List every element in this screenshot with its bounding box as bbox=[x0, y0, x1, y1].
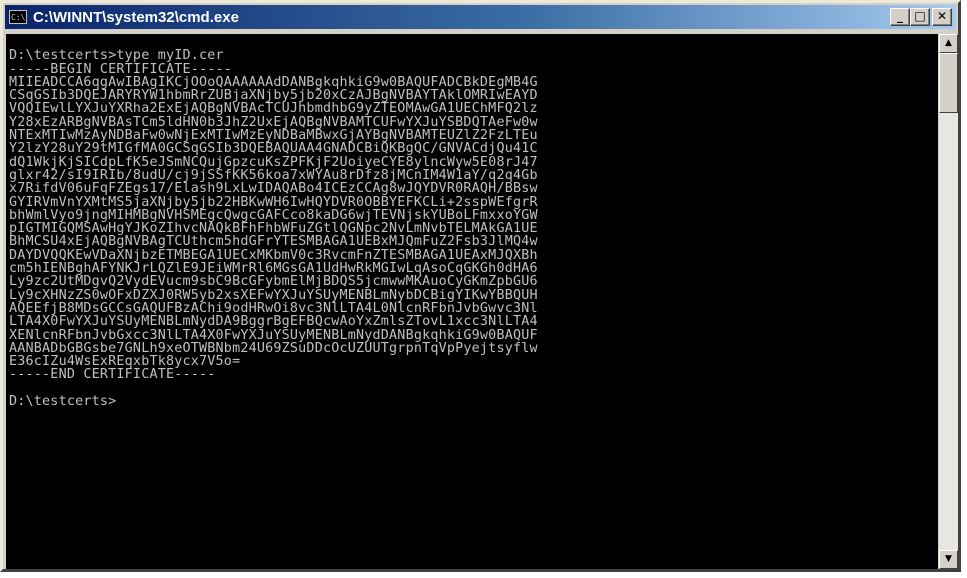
title-bar[interactable]: C:\ C:\WINNT\system32\cmd.exe _ □ ✕ bbox=[5, 5, 956, 29]
scroll-up-icon[interactable]: ▲ bbox=[939, 34, 958, 53]
scroll-down-icon[interactable]: ▼ bbox=[939, 550, 958, 569]
console-output[interactable]: D:\testcerts>type myID.cer -----BEGIN CE… bbox=[6, 34, 938, 569]
title-buttons: _ □ ✕ bbox=[890, 8, 952, 26]
close-button[interactable]: ✕ bbox=[932, 8, 952, 26]
minimize-button[interactable]: _ bbox=[890, 8, 910, 26]
cmd-window: C:\ C:\WINNT\system32\cmd.exe _ □ ✕ D:\t… bbox=[0, 0, 961, 572]
scrollbar-thumb[interactable] bbox=[939, 53, 958, 113]
vertical-scrollbar[interactable]: ▲ ▼ bbox=[939, 34, 958, 569]
console-text: D:\testcerts>type myID.cer -----BEGIN CE… bbox=[9, 48, 538, 410]
window-title: C:\WINNT\system32\cmd.exe bbox=[33, 8, 239, 26]
maximize-button[interactable]: □ bbox=[910, 8, 930, 26]
cmd-icon[interactable]: C:\ bbox=[9, 10, 27, 24]
